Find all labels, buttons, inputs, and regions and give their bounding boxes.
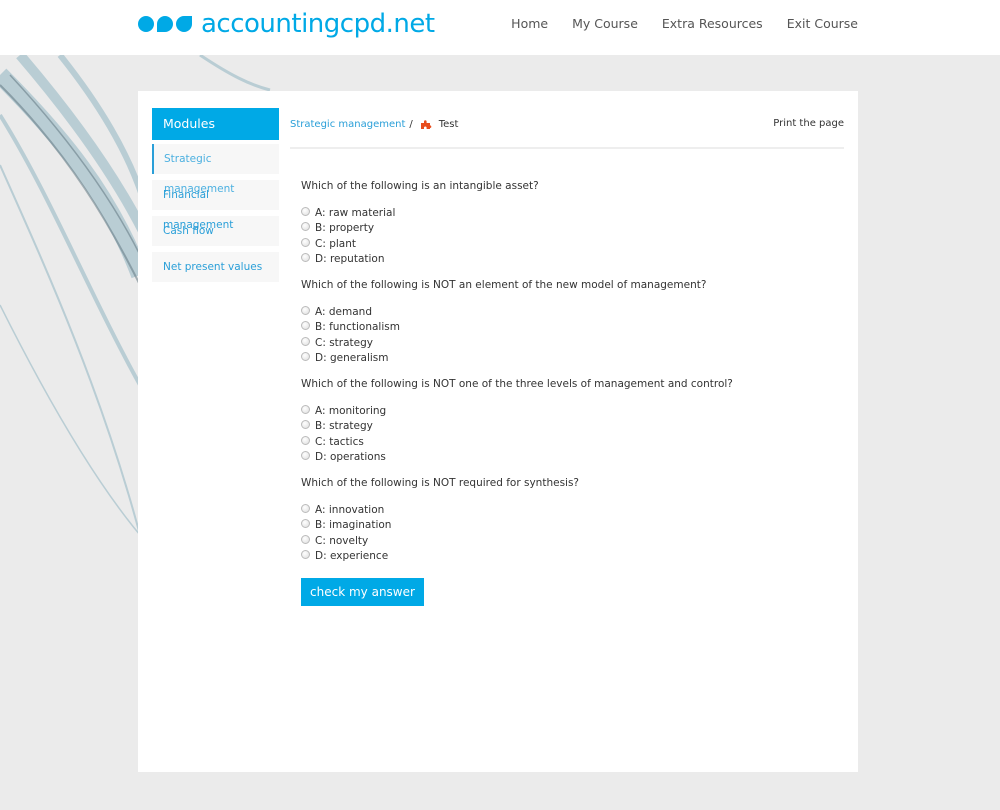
option-label: D: reputation	[315, 253, 385, 266]
breadcrumb-separator: /	[409, 118, 413, 130]
answer-option[interactable]: C: plant	[301, 236, 841, 252]
modules-title: Modules	[152, 108, 279, 140]
check-answer-button[interactable]: check my answer	[301, 578, 424, 606]
radio-button[interactable]	[301, 404, 310, 414]
option-label: D: generalism	[315, 352, 389, 365]
option-label: B: strategy	[315, 420, 373, 433]
radio-button[interactable]	[301, 451, 310, 461]
answer-option[interactable]: A: raw material	[301, 205, 841, 221]
radio-button[interactable]	[301, 420, 310, 430]
quiz-question-3: Which of the following is NOT one of the…	[301, 378, 841, 465]
breadcrumb-current: Test	[438, 118, 459, 130]
question-text: Which of the following is NOT an element…	[301, 279, 707, 291]
question-text: Which of the following is NOT required f…	[301, 477, 579, 489]
modules-sidebar: Modules Strategic management Financial m…	[152, 108, 279, 288]
radio-button[interactable]	[301, 237, 310, 247]
answer-option[interactable]: B: imagination	[301, 518, 841, 534]
option-label: D: experience	[315, 550, 389, 563]
radio-button[interactable]	[301, 336, 310, 346]
option-label: A: monitoring	[315, 404, 387, 417]
nav-exit-course[interactable]: Exit Course	[787, 16, 858, 31]
option-label: D: operations	[315, 451, 386, 464]
option-label: C: plant	[315, 237, 356, 250]
option-label: C: tactics	[315, 435, 364, 448]
answer-option[interactable]: D: experience	[301, 549, 841, 565]
nav-extra-resources[interactable]: Extra Resources	[662, 16, 763, 31]
option-label: B: imagination	[315, 519, 392, 532]
radio-button[interactable]	[301, 503, 310, 513]
answer-option[interactable]: B: property	[301, 221, 841, 237]
radio-button[interactable]	[301, 435, 310, 445]
main-nav: Home My Course Extra Resources Exit Cour…	[511, 16, 858, 31]
sidebar-item-strategic-management[interactable]: Strategic management	[152, 144, 279, 195]
radio-button[interactable]	[301, 352, 310, 362]
option-label: B: property	[315, 222, 375, 235]
answer-option[interactable]: C: novelty	[301, 533, 841, 549]
logo-text: accountingcpd.net	[201, 9, 435, 39]
quiz-form: Which of the following is an intangible …	[301, 180, 841, 606]
answer-option[interactable]: A: innovation	[301, 502, 841, 518]
option-label: C: strategy	[315, 336, 374, 349]
answer-option[interactable]: D: operations	[301, 450, 841, 466]
logo-mark-icon	[138, 16, 192, 32]
radio-button[interactable]	[301, 321, 310, 331]
quiz-question-4: Which of the following is NOT required f…	[301, 477, 841, 564]
answer-option[interactable]: B: strategy	[301, 419, 841, 435]
header-divider	[290, 147, 844, 149]
answer-option[interactable]: D: reputation	[301, 252, 841, 268]
sidebar-item-net-present-values[interactable]: Net present values	[152, 252, 279, 282]
answer-option[interactable]: B: functionalism	[301, 320, 841, 336]
puzzle-icon	[420, 120, 432, 129]
question-text: Which of the following is an intangible …	[301, 180, 539, 192]
radio-button[interactable]	[301, 222, 310, 232]
option-label: A: innovation	[315, 503, 385, 516]
site-header: accountingcpd.net Home My Course Extra R…	[0, 0, 1000, 55]
content-card: Modules Strategic management Financial m…	[138, 91, 858, 772]
radio-button[interactable]	[301, 550, 310, 560]
question-text: Which of the following is NOT one of the…	[301, 378, 733, 390]
option-label: A: demand	[315, 305, 372, 318]
answer-option[interactable]: A: monitoring	[301, 403, 841, 419]
option-label: C: novelty	[315, 534, 369, 547]
breadcrumb-parent-link[interactable]: Strategic management	[290, 119, 405, 130]
radio-button[interactable]	[301, 519, 310, 529]
print-page-link[interactable]: Print the page	[773, 118, 844, 129]
quiz-question-1: Which of the following is an intangible …	[301, 180, 841, 267]
option-label: A: raw material	[315, 206, 396, 219]
answer-option[interactable]: D: generalism	[301, 351, 841, 367]
option-label: B: functionalism	[315, 321, 400, 334]
site-logo[interactable]: accountingcpd.net	[138, 9, 435, 39]
radio-button[interactable]	[301, 534, 310, 544]
radio-button[interactable]	[301, 253, 310, 263]
radio-button[interactable]	[301, 206, 310, 216]
radio-button[interactable]	[301, 305, 310, 315]
answer-option[interactable]: C: tactics	[301, 434, 841, 450]
nav-home[interactable]: Home	[511, 16, 548, 31]
breadcrumb: Strategic management / Test	[290, 118, 458, 130]
quiz-question-2: Which of the following is NOT an element…	[301, 279, 841, 366]
nav-my-course[interactable]: My Course	[572, 16, 638, 31]
answer-option[interactable]: C: strategy	[301, 335, 841, 351]
answer-option[interactable]: A: demand	[301, 304, 841, 320]
